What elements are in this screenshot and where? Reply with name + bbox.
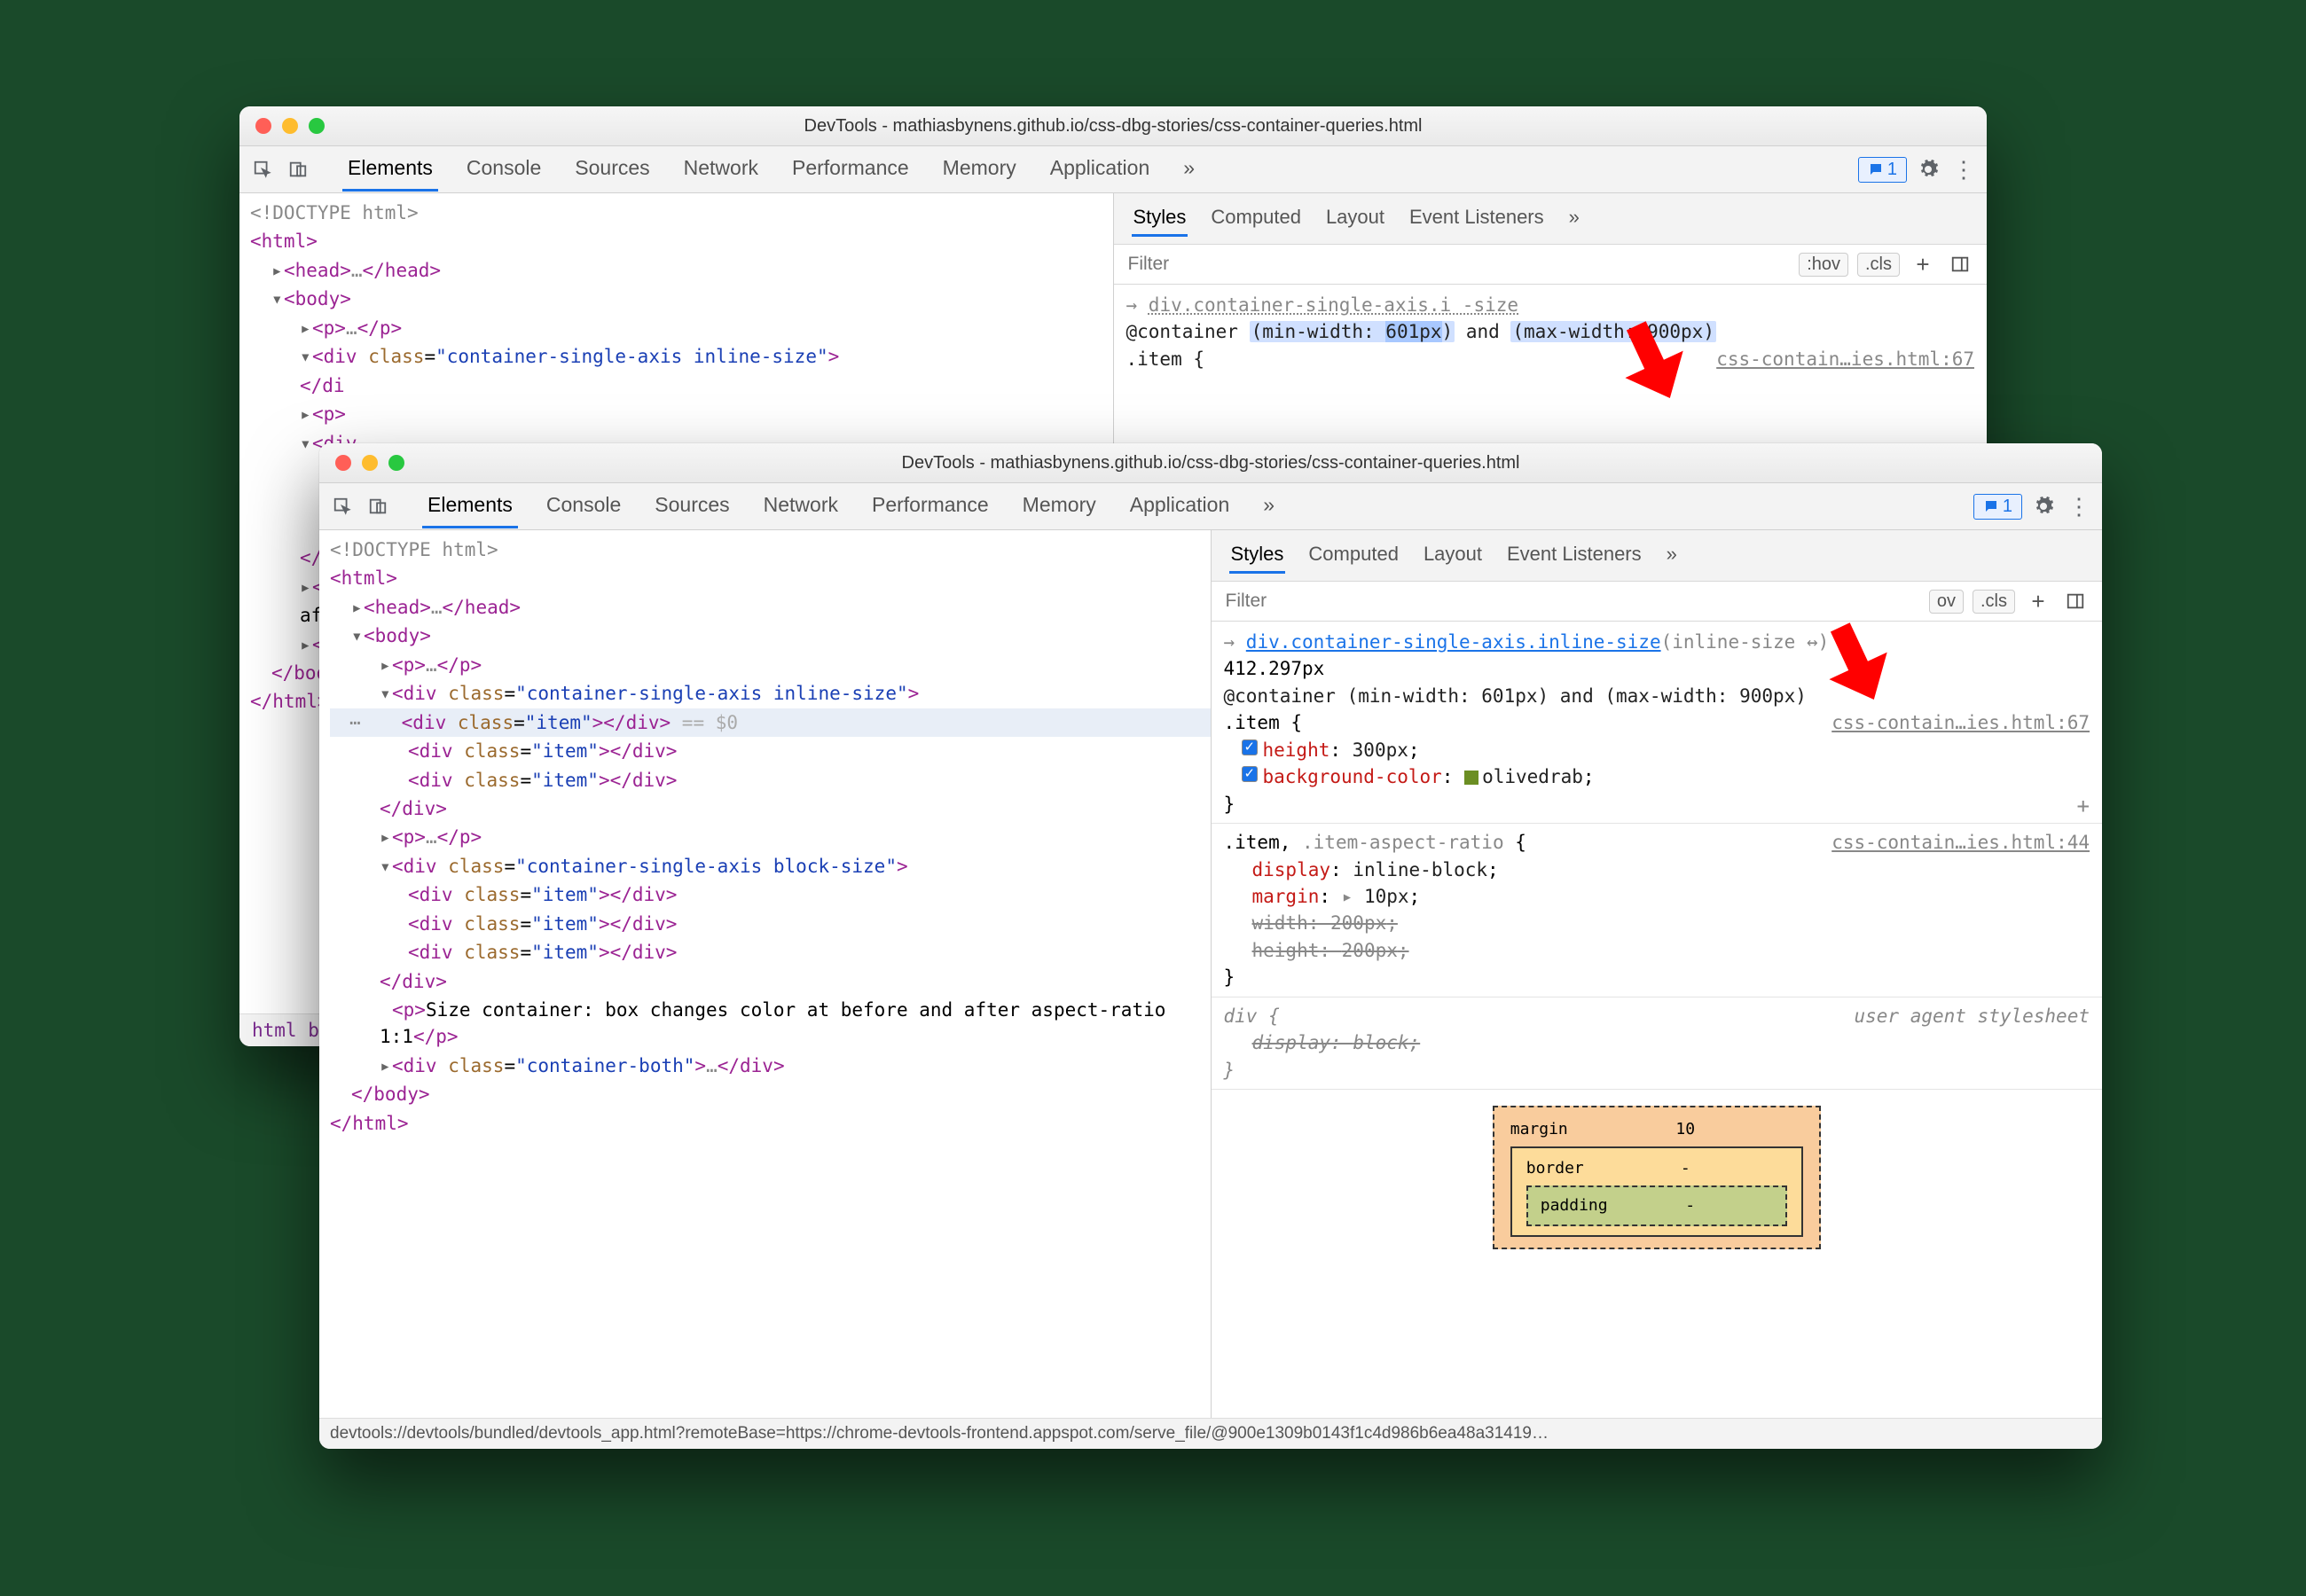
subtab-layout[interactable]: Layout xyxy=(1324,200,1386,237)
tab-memory[interactable]: Memory xyxy=(1017,484,1102,528)
plus-icon[interactable]: + xyxy=(2024,587,2052,615)
cls-toggle[interactable]: .cls xyxy=(1857,253,1900,277)
plus-icon[interactable]: + xyxy=(1909,250,1937,278)
add-rule-icon[interactable]: + xyxy=(2077,791,2090,822)
minimize-icon[interactable] xyxy=(282,118,298,134)
kebab-icon[interactable]: ⋮ xyxy=(2065,492,2093,520)
source-link[interactable]: css-contain…ies.html:44 xyxy=(1831,829,2090,856)
selected-node[interactable]: ⋯<div class="item"></div> == $0 xyxy=(330,708,1211,737)
sidebar-toggle-icon[interactable] xyxy=(2061,587,2090,615)
gear-icon[interactable] xyxy=(1914,155,1942,184)
container-size: 412.297px xyxy=(1224,655,2090,682)
hov-toggle[interactable]: :hov xyxy=(1799,253,1848,277)
tab-sources[interactable]: Sources xyxy=(649,484,734,528)
statusbar: devtools://devtools/bundled/devtools_app… xyxy=(319,1418,2102,1449)
subtab-layout[interactable]: Layout xyxy=(1422,537,1484,574)
tab-performance[interactable]: Performance xyxy=(787,147,914,192)
sidebar-toggle-icon[interactable] xyxy=(1946,250,1974,278)
tabs-more-icon[interactable]: » xyxy=(1178,147,1200,192)
titlebar[interactable]: DevTools - mathiasbynens.github.io/css-d… xyxy=(239,106,1987,146)
window-title: DevTools - mathiasbynens.github.io/css-d… xyxy=(319,453,2102,473)
subtab-computed[interactable]: Computed xyxy=(1209,200,1303,237)
devtools-window-front[interactable]: DevTools - mathiasbynens.github.io/css-d… xyxy=(319,443,2102,1449)
main-toolbar: Elements Console Sources Network Perform… xyxy=(239,146,1987,193)
container-query: @container (min-width: 601px) and (max-w… xyxy=(1224,683,2090,709)
device-toggle-icon[interactable] xyxy=(364,492,392,520)
ua-stylesheet-label: user agent stylesheet xyxy=(1854,1003,2090,1029)
subtab-styles[interactable]: Styles xyxy=(1229,537,1286,574)
maximize-icon[interactable] xyxy=(309,118,325,134)
device-toggle-icon[interactable] xyxy=(284,155,312,184)
subtab-event-listeners[interactable]: Event Listeners xyxy=(1505,537,1643,574)
doctype: <!DOCTYPE html> xyxy=(250,199,1113,227)
doctype: <!DOCTYPE html> xyxy=(330,536,1211,564)
subtab-event-listeners[interactable]: Event Listeners xyxy=(1408,200,1546,237)
filter-input[interactable] xyxy=(1126,253,1791,276)
main-toolbar: Elements Console Sources Network Perform… xyxy=(319,483,2102,530)
subtab-computed[interactable]: Computed xyxy=(1306,537,1400,574)
gear-icon[interactable] xyxy=(2029,492,2058,520)
cls-toggle[interactable]: .cls xyxy=(1973,590,2015,614)
source-link[interactable]: css-contain…ies.html:67 xyxy=(1831,709,2090,736)
tab-console[interactable]: Console xyxy=(461,147,546,192)
box-model[interactable]: margin10 border- padding- xyxy=(1493,1106,1821,1249)
styles-pane: Styles Computed Layout Event Listeners »… xyxy=(1212,530,2103,1418)
subtabs-more-icon[interactable]: » xyxy=(1567,200,1581,237)
styles-subtabs: Styles Computed Layout Event Listeners » xyxy=(1114,193,1988,245)
minimize-icon[interactable] xyxy=(362,455,378,471)
annotation-arrow-icon xyxy=(1800,603,1907,709)
messages-badge[interactable]: 1 xyxy=(1973,494,2022,520)
container-link[interactable]: div.container-single-axis.inline-size xyxy=(1246,631,1661,653)
tab-elements[interactable]: Elements xyxy=(342,147,438,192)
panel-tabs: Elements Console Sources Network Perform… xyxy=(342,147,1200,192)
tab-network[interactable]: Network xyxy=(678,147,764,192)
styles-subtabs: Styles Computed Layout Event Listeners » xyxy=(1212,530,2103,582)
inspect-icon[interactable] xyxy=(248,155,277,184)
window-title: DevTools - mathiasbynens.github.io/css-d… xyxy=(239,116,1987,137)
tabs-more-icon[interactable]: » xyxy=(1258,484,1280,528)
tab-memory[interactable]: Memory xyxy=(937,147,1022,192)
prop-toggle[interactable] xyxy=(1242,739,1258,755)
subtab-styles[interactable]: Styles xyxy=(1132,200,1188,237)
matched-selector[interactable]: div.container-single-axis.i -size xyxy=(1149,294,1518,316)
color-swatch[interactable] xyxy=(1464,771,1479,785)
tab-console[interactable]: Console xyxy=(541,484,626,528)
messages-badge[interactable]: 1 xyxy=(1858,157,1907,183)
tab-elements[interactable]: Elements xyxy=(422,484,518,528)
inspect-icon[interactable] xyxy=(328,492,357,520)
annotation-arrow-icon xyxy=(1596,301,1703,408)
tab-sources[interactable]: Sources xyxy=(569,147,655,192)
maximize-icon[interactable] xyxy=(388,455,404,471)
tab-application[interactable]: Application xyxy=(1045,147,1156,192)
close-icon[interactable] xyxy=(255,118,271,134)
tab-performance[interactable]: Performance xyxy=(867,484,994,528)
kebab-icon[interactable]: ⋮ xyxy=(1949,155,1978,184)
tab-application[interactable]: Application xyxy=(1125,484,1235,528)
tab-network[interactable]: Network xyxy=(758,484,843,528)
dom-tree[interactable]: <!DOCTYPE html> <html> ▸<head>…</head> ▾… xyxy=(319,530,1212,1418)
panel-tabs: Elements Console Sources Network Perform… xyxy=(422,484,1280,528)
close-icon[interactable] xyxy=(335,455,351,471)
source-link[interactable]: css-contain…ies.html:67 xyxy=(1716,346,1974,372)
hov-toggle[interactable]: ov xyxy=(1929,590,1964,614)
subtabs-more-icon[interactable]: » xyxy=(1665,537,1679,574)
prop-toggle[interactable] xyxy=(1242,766,1258,782)
titlebar[interactable]: DevTools - mathiasbynens.github.io/css-d… xyxy=(319,443,2102,483)
